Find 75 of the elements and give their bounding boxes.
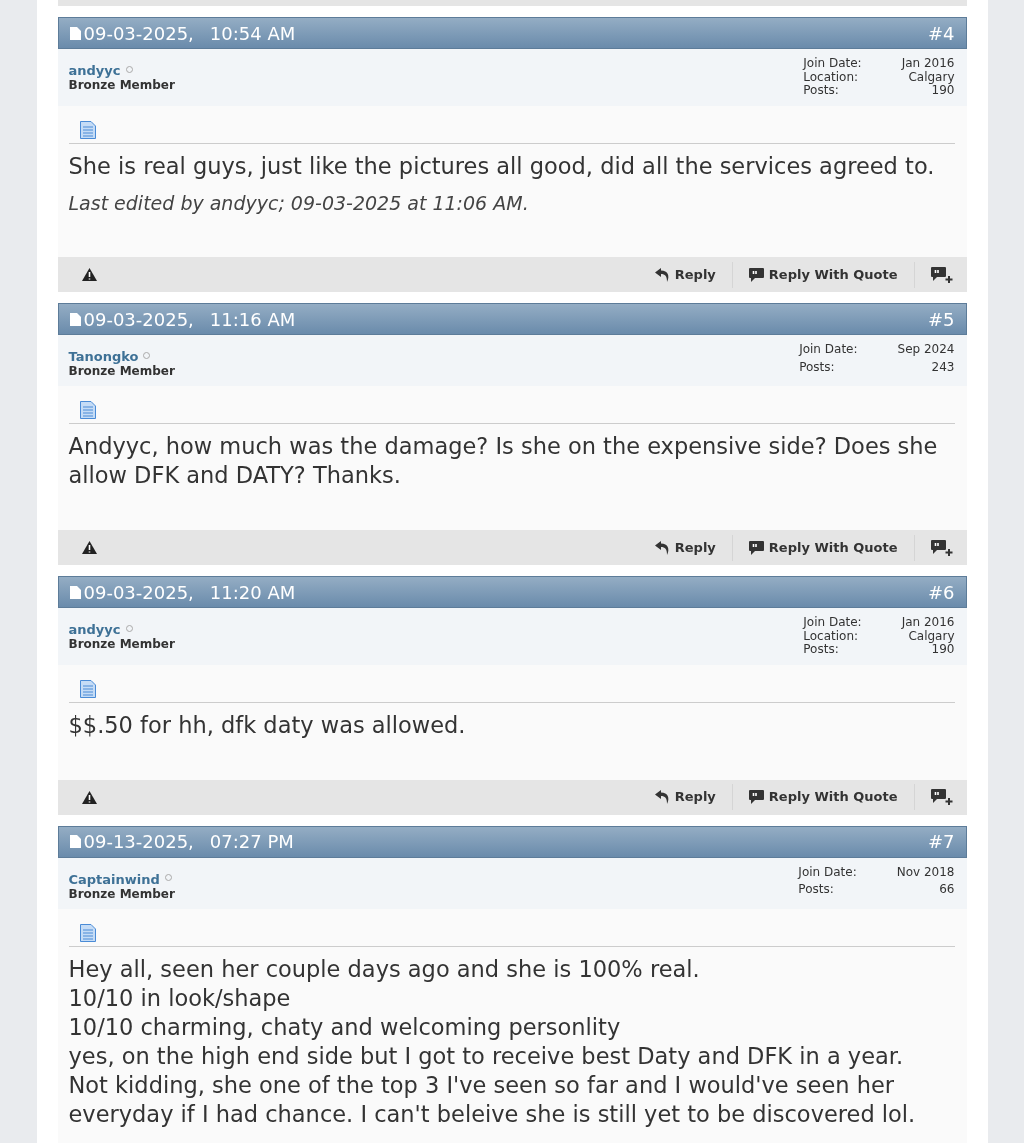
post-number-link[interactable]: #5 bbox=[927, 305, 955, 333]
message-text: 10/10 in look/shape bbox=[68, 983, 292, 1013]
stat-label: Location: bbox=[803, 629, 860, 643]
post-date: 09-03-2025, bbox=[83, 307, 194, 332]
stat-label: Location: bbox=[803, 70, 860, 84]
stat-label: Posts: bbox=[803, 643, 840, 657]
quote-icon bbox=[748, 267, 764, 282]
stat-value: Sep 2024 bbox=[897, 343, 955, 358]
multiquote-icon[interactable] bbox=[930, 266, 953, 283]
username-link[interactable]: andyyc bbox=[68, 63, 121, 78]
post-number-link[interactable]: #6 bbox=[927, 578, 955, 606]
stat-label: Join Date: bbox=[798, 865, 857, 881]
user-rank: Bronze Member bbox=[68, 637, 175, 651]
username-link[interactable]: Captainwind bbox=[68, 871, 160, 887]
warning-icon[interactable] bbox=[81, 541, 97, 554]
stat-value: 66 bbox=[938, 883, 955, 898]
message-text: Hey all, seen her couple days ago and she is 100% real. bbox=[68, 954, 701, 984]
reply-arrow-icon bbox=[654, 540, 670, 555]
document-icon bbox=[79, 679, 96, 698]
edit-note: Last edited by andyyc; 09-03-2025 at 11:06 AM. bbox=[68, 190, 530, 216]
stat-label: Posts: bbox=[803, 84, 840, 98]
document-icon bbox=[79, 923, 96, 942]
stat-label: Join Date: bbox=[803, 616, 862, 630]
multiquote-icon[interactable] bbox=[930, 539, 953, 556]
post-number-link[interactable]: #4 bbox=[927, 19, 955, 47]
stat-value: Jan 2016 bbox=[901, 57, 955, 71]
reply-arrow-icon bbox=[654, 267, 670, 282]
post-time: 11:16 AM bbox=[209, 307, 296, 332]
stat-label: Join Date: bbox=[803, 57, 862, 71]
reply-button[interactable]: Reply bbox=[654, 787, 716, 807]
stat-value: 190 bbox=[931, 643, 955, 657]
document-icon bbox=[69, 835, 81, 848]
document-icon bbox=[79, 120, 96, 139]
document-icon bbox=[79, 401, 96, 419]
stat-value: 243 bbox=[930, 360, 955, 376]
message-text: $$.50 for hh, dfk daty was allowed. bbox=[68, 710, 467, 740]
username-link[interactable]: andyyc bbox=[68, 622, 121, 637]
username-link[interactable]: Tanongko bbox=[68, 349, 139, 364]
document-icon bbox=[69, 585, 81, 599]
reply-arrow-icon bbox=[654, 790, 670, 804]
stat-value: Nov 2018 bbox=[896, 865, 955, 881]
stat-value: Calgary bbox=[908, 629, 955, 643]
message-text: yes, on the high end side but I got to receive best Daty and DFK in a year. bbox=[68, 1041, 905, 1071]
stat-label: Join Date: bbox=[799, 343, 858, 358]
stat-label: Posts: bbox=[799, 360, 836, 376]
multiquote-icon[interactable] bbox=[930, 789, 953, 805]
message-text: Not kidding, she one of the top 3 I've seen so far and I would've seen her everyday if I had chance. I can't beleive she is still yet to be discovered lol. bbox=[68, 1070, 917, 1129]
user-rank: Bronze Member bbox=[68, 886, 175, 901]
reply-with-quote-button[interactable]: Reply With Quote bbox=[748, 787, 898, 807]
message-text: Andyyc, how much was the damage? Is she on the expensive side? Does she allow DFK and DATY? Thanks. bbox=[68, 432, 939, 490]
stat-value: Jan 2016 bbox=[901, 616, 955, 630]
stat-label: Posts: bbox=[798, 883, 835, 898]
warning-icon[interactable] bbox=[81, 268, 97, 281]
document-icon bbox=[69, 26, 81, 40]
post-time: 10:54 AM bbox=[209, 21, 296, 46]
reply-button[interactable]: Reply bbox=[654, 264, 716, 285]
post-number-link[interactable]: #7 bbox=[927, 828, 955, 855]
post-date: 09-03-2025, bbox=[83, 580, 194, 605]
message-text: 10/10 charming, chaty and welcoming personlity bbox=[68, 1012, 622, 1042]
post-time: 07:27 PM bbox=[209, 830, 294, 854]
post-date: 09-03-2025, bbox=[83, 21, 194, 46]
user-rank: Bronze Member bbox=[68, 78, 175, 92]
quote-icon bbox=[748, 540, 764, 555]
warning-icon[interactable] bbox=[81, 790, 97, 804]
document-icon bbox=[69, 312, 81, 326]
quote-icon bbox=[748, 790, 764, 804]
user-rank: Bronze Member bbox=[68, 364, 175, 378]
reply-button[interactable]: Reply bbox=[654, 537, 716, 558]
post-time: 11:20 AM bbox=[209, 580, 296, 605]
stat-value: 190 bbox=[931, 84, 955, 98]
post-date: 09-13-2025, bbox=[83, 830, 194, 854]
stat-value: Calgary bbox=[908, 70, 955, 84]
reply-with-quote-button[interactable]: Reply With Quote bbox=[748, 264, 898, 285]
message-text: She is real guys, just like the pictures all good, did all the services agreed to. bbox=[68, 151, 936, 181]
reply-with-quote-button[interactable]: Reply With Quote bbox=[748, 537, 898, 558]
